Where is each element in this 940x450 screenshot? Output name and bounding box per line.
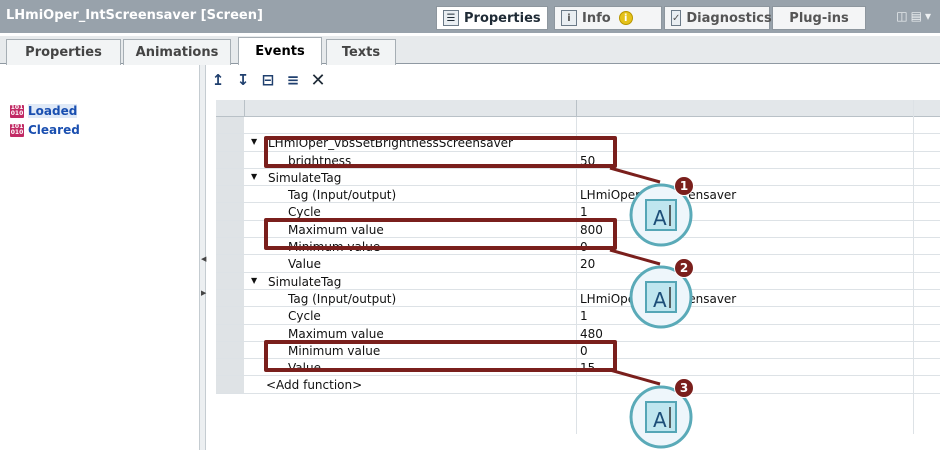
subtab-label: Texts [341, 45, 381, 60]
row-gutter[interactable] [216, 238, 244, 255]
callout-badge: 2 [674, 258, 694, 278]
svg-text:A: A [653, 408, 667, 432]
title-bar: LHmiOper_IntScreensaver [Screen] ☰ Prope… [0, 0, 940, 33]
expand-triangle-icon[interactable]: ▼ [251, 172, 257, 181]
row-gutter[interactable] [216, 272, 244, 289]
row-gutter[interactable] [216, 289, 244, 307]
row-gutter[interactable] [216, 255, 244, 272]
row-gutter[interactable] [216, 376, 244, 393]
event-icon: 101 010 [10, 103, 24, 118]
row-name: Tag (Input/output) [288, 291, 397, 306]
function-toolbar: ↥ ↧ ⊟ ≡ ✕ [210, 66, 326, 94]
tab-label: Info [582, 10, 611, 26]
tab-label: Plug-ins [789, 10, 849, 26]
callout-2: A 2 [600, 246, 700, 332]
row-name: <Add function> [266, 378, 363, 393]
window-controls[interactable]: ◫▤▾ [896, 9, 934, 23]
row-gutter[interactable] [216, 307, 244, 324]
row-gutter[interactable] [216, 359, 244, 376]
highlight-max-value-800 [264, 218, 617, 250]
row-value[interactable]: 20 [580, 257, 595, 271]
subtab-properties[interactable]: Properties [6, 39, 121, 65]
tab-info[interactable]: i Info i [554, 6, 662, 30]
callout-badge: 3 [674, 378, 694, 398]
event-icon: 101 010 [10, 122, 24, 137]
move-up-icon[interactable]: ↥ [210, 71, 226, 89]
properties-icon: ☰ [443, 10, 459, 26]
move-down-icon[interactable]: ↧ [235, 71, 251, 89]
grid-header [216, 100, 940, 117]
info-icon: i [561, 10, 577, 26]
svg-text:A: A [653, 288, 667, 312]
tab-diagnostics[interactable]: ✓ Diagnostics [664, 6, 772, 30]
subtab-label: Events [255, 44, 305, 59]
table-row[interactable]: Value 20 [216, 255, 940, 273]
tab-plugins[interactable]: Plug-ins [772, 6, 866, 30]
table-row[interactable]: ▼ SimulateTag [216, 272, 940, 290]
subtab-label: Animations [135, 45, 219, 60]
diagnostics-icon: ✓ [671, 10, 682, 26]
row-gutter[interactable] [216, 168, 244, 186]
event-label: Cleared [28, 123, 80, 137]
event-label: Loaded [28, 104, 78, 118]
row-name: Cycle [288, 309, 321, 324]
highlight-max-value-480 [264, 340, 617, 372]
tab-properties[interactable]: ☰ Properties [436, 6, 548, 30]
row-name: Maximum value [288, 326, 384, 341]
row-gutter[interactable] [216, 203, 244, 220]
subtab-animations[interactable]: Animations [123, 39, 231, 65]
row-gutter[interactable] [216, 134, 244, 151]
row-gutter[interactable] [216, 151, 244, 168]
tab-label: Properties [464, 10, 541, 26]
panel-splitter[interactable]: ◀ ▶ [199, 65, 206, 450]
table-row[interactable] [216, 117, 940, 135]
row-gutter[interactable] [216, 117, 244, 134]
event-item-loaded[interactable]: 101 010 Loaded [10, 103, 78, 119]
event-item-cleared[interactable]: 101 010 Cleared [10, 122, 80, 138]
svg-text:A: A [653, 206, 667, 230]
table-row[interactable]: Tag (Input/output)LHmiOper_IntScreensave… [216, 186, 940, 204]
callout-badge: 1 [674, 176, 694, 196]
window-title: LHmiOper_IntScreensaver [Screen] [6, 8, 263, 23]
row-name: Value [288, 257, 321, 272]
delete-icon[interactable]: ✕ [310, 70, 326, 91]
subtab-events[interactable]: Events [238, 37, 322, 65]
collapse-left-icon[interactable]: ◀ [201, 255, 206, 263]
row-gutter[interactable] [216, 341, 244, 359]
row-value[interactable]: 1 [580, 309, 588, 323]
subtab-label: Properties [25, 45, 102, 60]
callout-1: A 1 [600, 164, 700, 250]
subtab-bar: Properties Animations Events Texts [0, 36, 940, 65]
tab-label: Diagnostics [686, 10, 772, 26]
table-row[interactable]: Cycle 1 [216, 307, 940, 325]
collapse-all-icon[interactable]: ⊟ [260, 71, 276, 89]
subtab-texts[interactable]: Texts [326, 39, 396, 65]
row-gutter[interactable] [216, 324, 244, 341]
table-row[interactable]: Tag (Input/output)LHmiOper_IntScreensave… [216, 289, 940, 308]
expand-all-icon[interactable]: ≡ [285, 71, 301, 89]
row-name: Tag (Input/output) [288, 188, 397, 203]
expand-triangle-icon[interactable]: ▼ [251, 276, 257, 285]
highlight-brightness [264, 136, 617, 168]
row-name: SimulateTag [268, 170, 342, 185]
row-gutter[interactable] [216, 220, 244, 238]
event-list-panel: 101 010 Loaded 101 010 Cleared [0, 65, 200, 450]
table-row[interactable]: <Add function> [216, 376, 940, 394]
expand-right-icon[interactable]: ▶ [201, 289, 206, 297]
table-row[interactable]: ▼ SimulateTag [216, 168, 940, 187]
expand-triangle-icon[interactable]: ▼ [251, 137, 257, 146]
row-name: SimulateTag [268, 274, 342, 289]
row-gutter[interactable] [216, 186, 244, 203]
callout-3: A 3 [600, 366, 700, 450]
info-badge-icon: i [618, 11, 633, 25]
